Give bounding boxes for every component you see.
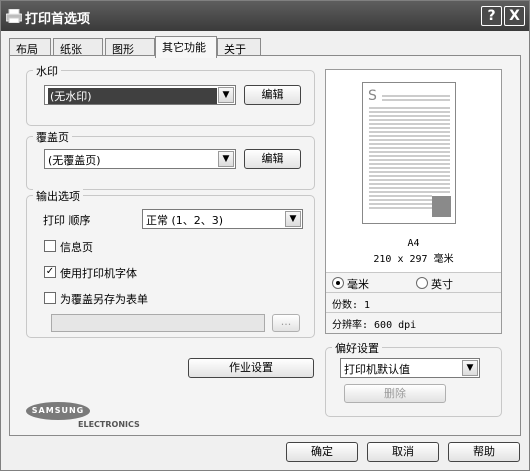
copies-row: 份数: 1	[326, 292, 501, 313]
close-title-button[interactable]: X	[504, 6, 525, 26]
printer-icon	[6, 9, 22, 23]
chevron-down-icon: ▼	[462, 360, 478, 376]
watermark-group-label: 水印	[33, 63, 61, 79]
job-settings-button[interactable]: 作业设置	[188, 358, 314, 378]
overlay-group-label: 覆盖页	[33, 129, 72, 145]
overlay-select[interactable]: (无覆盖页) ▼	[44, 149, 236, 169]
watermark-selected: (无水印)	[48, 88, 217, 104]
save-overlay-label: 为覆盖另存为表单	[60, 293, 148, 306]
unit-mm-radio[interactable]	[332, 277, 344, 289]
resolution-row: 分辨率: 600 dpi	[326, 312, 501, 333]
units-row: 毫米 英寸	[326, 272, 501, 293]
checkmark-icon: ✓	[45, 266, 55, 277]
samsung-logo-sub: ELECTRONICS	[78, 420, 140, 429]
favorites-group: 偏好设置 打印机默认值 ▼ 删除	[325, 340, 502, 417]
cancel-button[interactable]: 取消	[367, 442, 439, 462]
tab-extras[interactable]: 其它功能	[155, 36, 217, 58]
print-order-select[interactable]: 正常 (1、2、3) ▼	[142, 209, 303, 229]
help-button[interactable]: 帮助	[448, 442, 520, 462]
printer-fonts-checkbox[interactable]: ✓	[44, 266, 56, 278]
overlay-selected: (无覆盖页)	[48, 154, 101, 167]
favorites-select[interactable]: 打印机默认值 ▼	[340, 358, 480, 378]
unit-inch-radio[interactable]	[416, 277, 428, 289]
watermark-group: 水印 (无水印) ▼ 编辑	[26, 63, 315, 126]
printer-fonts-label: 使用打印机字体	[60, 267, 137, 280]
browse-button[interactable]: ...	[272, 314, 300, 332]
info-page-checkbox[interactable]	[44, 240, 56, 252]
page-preview: S A4 210 x 297 毫米 毫米 英寸 份数: 1 分辨率: 600 d…	[325, 69, 502, 334]
resolution-value: 分辨率: 600 dpi	[332, 320, 417, 331]
svg-text:S: S	[368, 88, 377, 104]
overlay-group: 覆盖页 (无覆盖页) ▼ 编辑	[26, 129, 315, 190]
favorites-selected: 打印机默认值	[344, 363, 410, 376]
paper-name: A4	[407, 238, 420, 249]
overlay-path-field	[51, 314, 265, 332]
print-order-label: 打印 顺序	[43, 214, 91, 227]
output-group-label: 输出选项	[33, 188, 83, 204]
delete-favorite-button[interactable]: 删除	[344, 384, 446, 403]
samsung-logo: SAMSUNG ELECTRONICS	[26, 402, 140, 429]
chevron-down-icon: ▼	[285, 211, 301, 227]
ok-button[interactable]: 确定	[286, 442, 358, 462]
output-options-group: 输出选项 打印 顺序 正常 (1、2、3) ▼ 信息页 ✓ 使用打印机字体 为覆…	[26, 188, 315, 338]
copies-value: 份数: 1	[332, 300, 371, 311]
title-bar[interactable]: 打印首选项 ? X	[1, 1, 529, 31]
overlay-edit-button[interactable]: 编辑	[244, 149, 301, 169]
favorites-group-label: 偏好设置	[332, 340, 382, 356]
paper-size: 210 x 297 毫米	[373, 254, 454, 265]
unit-mm-label: 毫米	[347, 278, 369, 291]
save-overlay-checkbox[interactable]	[44, 292, 56, 304]
chevron-down-icon: ▼	[218, 87, 234, 103]
info-page-label: 信息页	[60, 241, 93, 254]
print-preferences-dialog: 打印首选项 ? X 布局 纸张 图形 其它功能 关于 水印 (无水印) ▼ 编辑…	[0, 0, 530, 471]
watermark-edit-button[interactable]: 编辑	[244, 85, 301, 105]
help-title-button[interactable]: ?	[481, 6, 502, 26]
chevron-down-icon: ▼	[218, 151, 234, 167]
paper-preview-icon: S	[362, 82, 456, 224]
samsung-logo-mark: SAMSUNG	[26, 402, 90, 420]
window-title: 打印首选项	[25, 12, 91, 27]
unit-inch-label: 英寸	[431, 278, 453, 291]
watermark-select[interactable]: (无水印) ▼	[44, 85, 236, 105]
print-order-value: 正常 (1、2、3)	[146, 214, 224, 227]
